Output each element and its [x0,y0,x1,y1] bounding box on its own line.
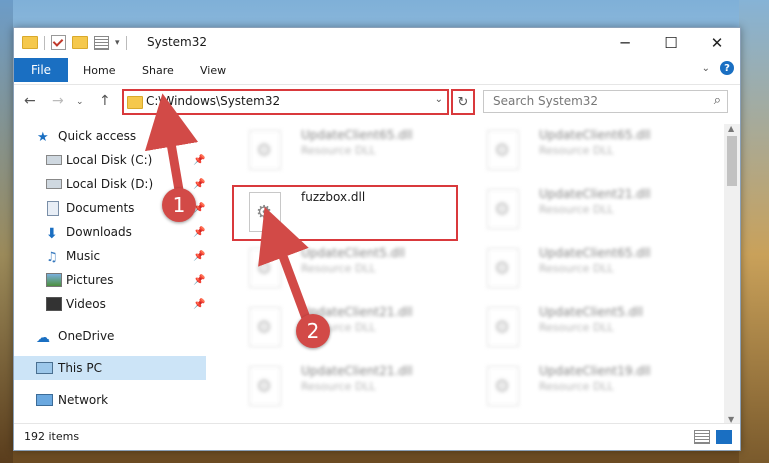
annotation-arrows [144,93,311,320]
arrow-to-address-bar [144,93,199,191]
arrow-to-file [258,206,311,320]
callout-1: 1 [162,188,196,222]
callout-2: 2 [296,314,330,348]
